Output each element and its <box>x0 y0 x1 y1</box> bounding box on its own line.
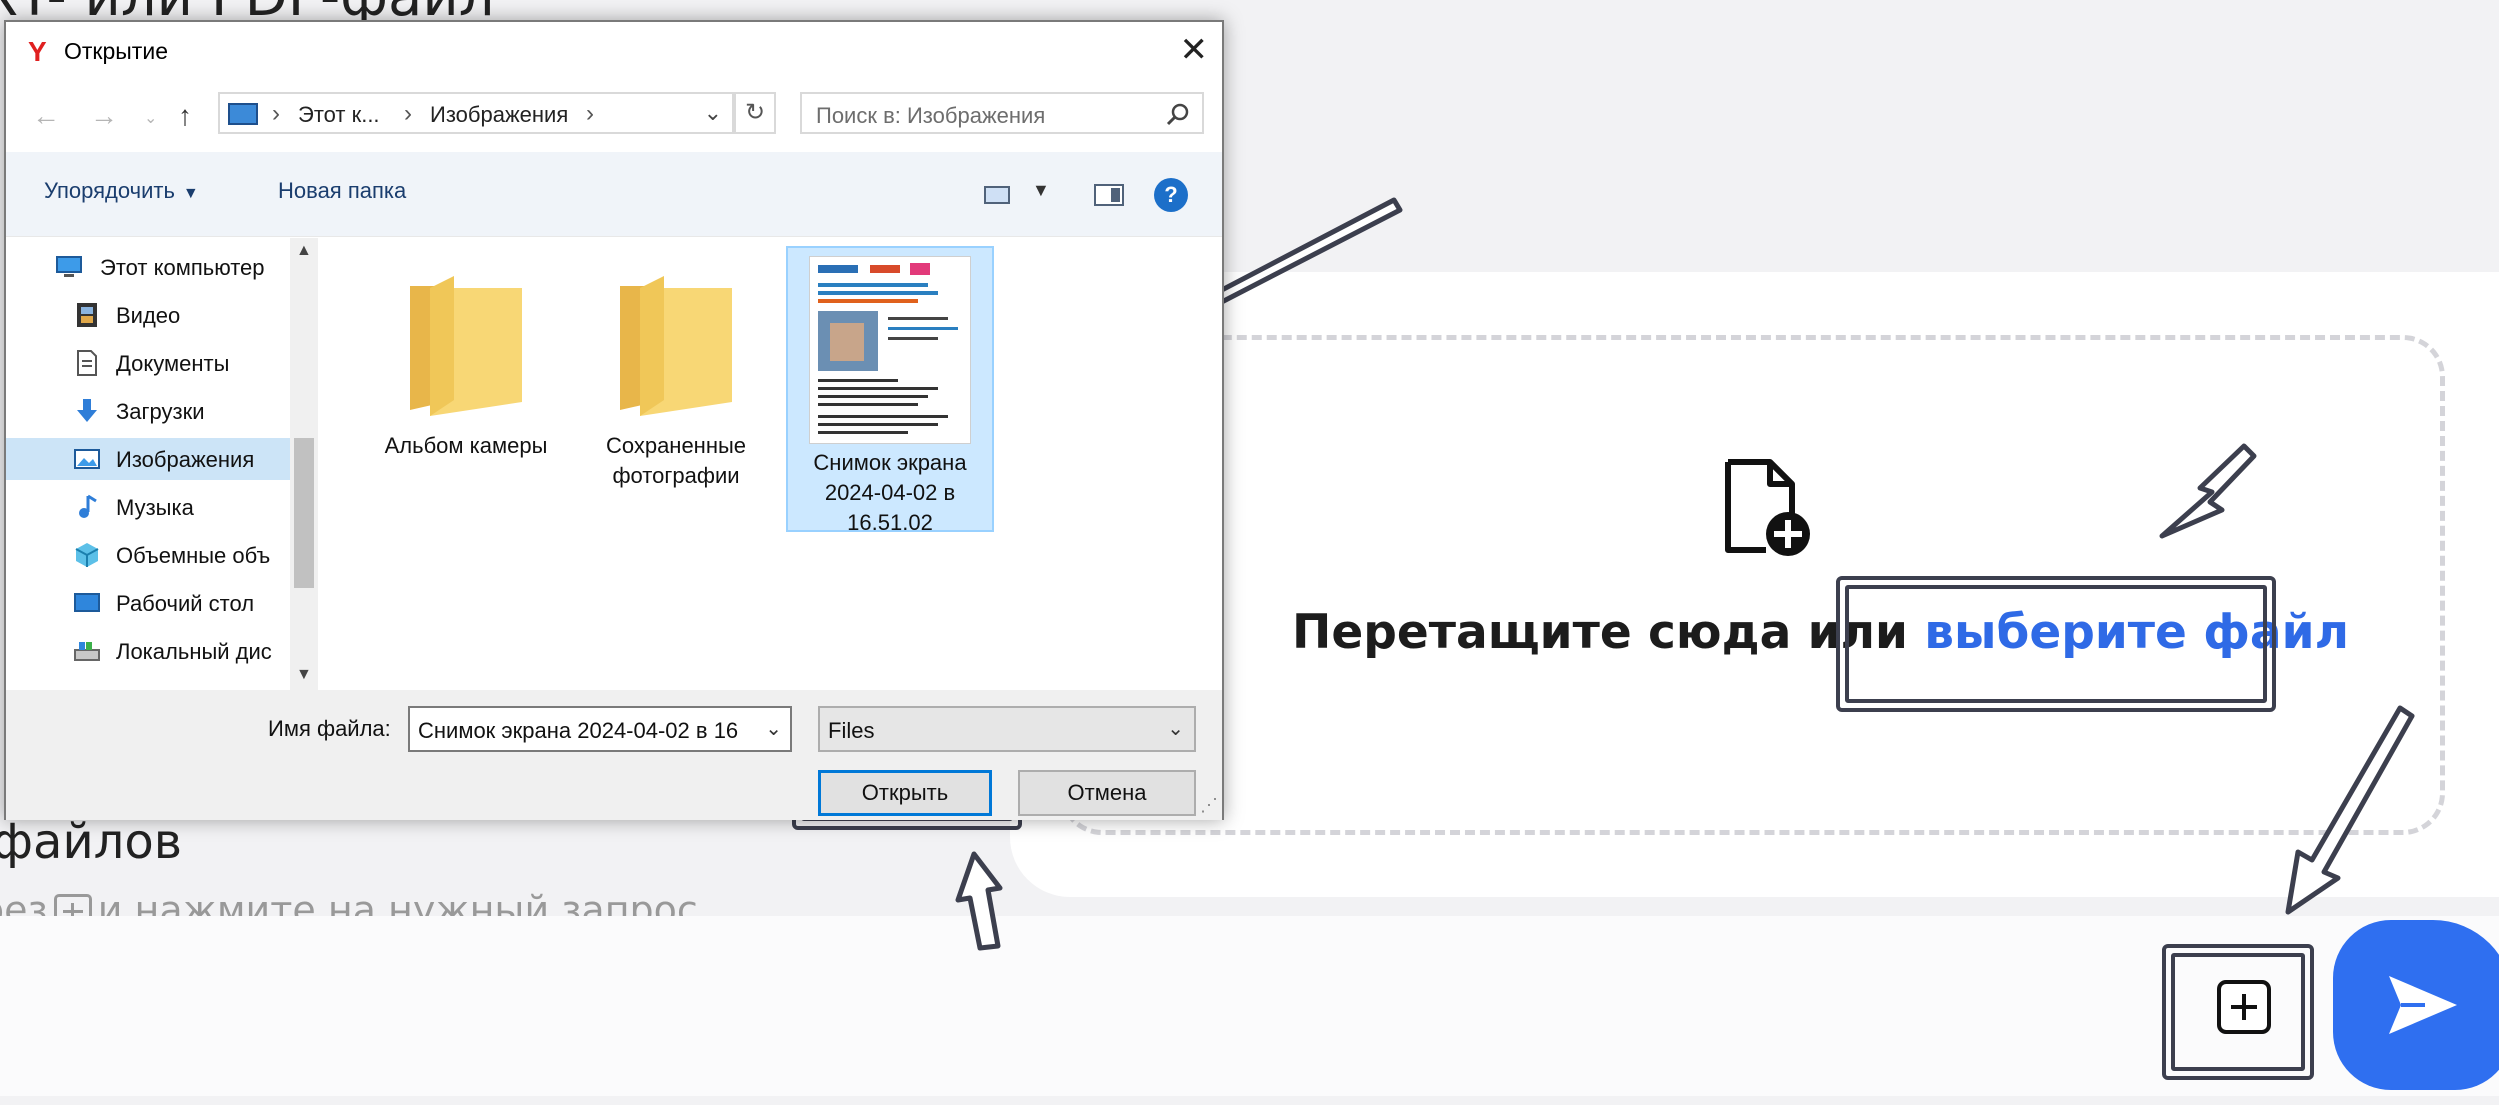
file-name: Альбом камеры <box>362 431 570 461</box>
nav-item-local-disk[interactable]: Локальный дис <box>6 630 296 672</box>
file-name-line: Сохраненные <box>605 433 747 458</box>
forward-icon[interactable]: → <box>90 100 118 132</box>
browser-logo-icon: Y <box>28 36 47 67</box>
nav-scrollbar[interactable]: ▲ ▼ <box>290 238 318 690</box>
address-segment-pictures[interactable]: Изображения <box>430 102 568 128</box>
address-chevron-icon: › <box>272 100 280 127</box>
view-dropdown-icon[interactable]: ▼ <box>1032 180 1050 201</box>
nav-item-desktop[interactable]: Рабочий стол <box>6 582 296 624</box>
nav-item-3d-objects[interactable]: Объемные объ <box>6 534 296 576</box>
back-icon[interactable]: ← <box>32 100 60 132</box>
dialog-footer: Имя файла: Снимок экрана 2024-04-02 в 16… <box>6 690 1222 820</box>
annotation-box-attach <box>2162 944 2314 1080</box>
folder-icon <box>620 276 732 416</box>
nav-item-music[interactable]: Музыка <box>6 486 296 528</box>
file-item-screenshot[interactable]: Снимок экрана 2024-04-02 в 16.51.02 <box>786 246 994 535</box>
computer-icon <box>56 256 82 277</box>
search-input[interactable]: Поиск в: Изображения <box>800 92 1204 134</box>
nav-label: Музыка <box>116 495 194 520</box>
open-button[interactable]: Открыть <box>818 770 992 816</box>
section-heading: файлов <box>0 814 182 870</box>
address-segment-pc[interactable]: Этот к... <box>298 102 380 128</box>
preview-pane-icon[interactable] <box>1094 184 1124 206</box>
nav-label: Документы <box>116 351 230 376</box>
address-chevron-icon: › <box>586 100 594 127</box>
scroll-down-icon[interactable]: ▼ <box>296 666 312 684</box>
nav-item-documents[interactable]: Документы <box>6 342 296 384</box>
pictures-icon <box>74 449 100 469</box>
nav-item-video[interactable]: Видео <box>6 294 296 336</box>
file-name: Сохраненные фотографии <box>572 431 780 491</box>
file-name-label: Имя файла: <box>268 716 391 741</box>
navigation-pane: Этот компьютер Видео Документы Загрузки … <box>6 238 318 690</box>
file-type-value: Files <box>828 718 875 743</box>
organize-label: Упорядочить <box>44 178 175 203</box>
file-add-icon <box>1725 459 1810 556</box>
chevron-down-icon[interactable]: ⌄ <box>765 716 782 741</box>
nav-item-downloads[interactable]: Загрузки <box>6 390 296 432</box>
view-mode-icon[interactable] <box>984 186 1010 204</box>
refresh-icon[interactable]: ↻ <box>734 92 776 134</box>
address-chevron-icon: › <box>404 100 412 127</box>
drop-prompt-text: Перетащите сюда или <box>1292 605 1925 660</box>
thumbnail-preview-icon <box>810 257 970 443</box>
video-icon <box>77 303 97 327</box>
nav-label: Изображения <box>116 447 255 472</box>
nav-label: Этот компьютер <box>100 255 265 280</box>
organize-menu[interactable]: Упорядочить ▼ <box>44 178 199 204</box>
file-item-saved-photos[interactable]: Сохраненные фотографии <box>572 250 780 491</box>
recent-chevron-icon[interactable]: ⌄ <box>144 108 157 128</box>
chevron-down-icon[interactable]: ⌄ <box>1167 716 1184 741</box>
file-name-line: 2024-04-02 в <box>824 480 956 505</box>
file-name-input[interactable]: Снимок экрана 2024-04-02 в 16 ⌄ <box>408 706 792 752</box>
nav-label: Объемные объ <box>116 543 271 568</box>
up-icon[interactable]: ↑ <box>178 100 192 132</box>
address-row: ← → ⌄ ↑ › Этот к... › Изображения › ⌄ ↻ … <box>6 90 1222 140</box>
resize-grip-icon[interactable]: ⋰ <box>1200 795 1218 816</box>
3d-objects-icon <box>75 543 99 567</box>
open-file-dialog: Y Открытие ✕ ← → ⌄ ↑ › Этот к... › Изобр… <box>4 20 1224 820</box>
send-button[interactable] <box>2333 920 2499 1090</box>
image-thumbnail <box>809 256 971 444</box>
downloads-icon <box>77 399 97 422</box>
pictures-location-icon <box>228 103 258 125</box>
file-list: Альбом камеры Сохраненные фотографии Сни… <box>322 238 1222 690</box>
disk-icon <box>74 642 100 661</box>
file-name-line: Альбом камеры <box>384 433 548 458</box>
command-bar: Упорядочить ▼ Новая папка ▼ ? <box>6 152 1222 237</box>
nav-label: Видео <box>116 303 181 328</box>
search-icon <box>1166 103 1189 126</box>
file-name-line: фотографии <box>612 463 740 488</box>
input-bar <box>0 916 2499 1096</box>
file-name-line: Снимок экрана <box>813 450 967 475</box>
music-icon <box>79 494 97 518</box>
desktop-icon <box>74 593 100 612</box>
dialog-title: Открытие <box>64 38 168 64</box>
file-type-select[interactable]: Files ⌄ <box>818 706 1196 752</box>
nav-label: Загрузки <box>116 399 205 424</box>
dropdown-arrow-icon: ▼ <box>182 185 199 202</box>
file-name-line: 16.51.02 <box>847 510 933 535</box>
scroll-up-icon[interactable]: ▲ <box>296 242 312 260</box>
file-name-value: Снимок экрана 2024-04-02 в 16 <box>418 718 739 743</box>
annotation-box-choose-file <box>1836 576 2276 712</box>
help-icon[interactable]: ? <box>1154 178 1188 212</box>
cancel-button[interactable]: Отмена <box>1018 770 1196 816</box>
search-placeholder: Поиск в: Изображения <box>816 103 1046 128</box>
address-dropdown-icon[interactable]: ⌄ <box>704 100 722 126</box>
file-name: Снимок экрана 2024-04-02 в 16.51.02 <box>788 448 992 538</box>
nav-item-this-pc[interactable]: Этот компьютер <box>6 246 296 288</box>
new-folder-button[interactable]: Новая папка <box>278 178 406 204</box>
documents-icon <box>77 350 97 376</box>
address-bar[interactable]: › Этот к... › Изображения › ⌄ <box>218 92 734 134</box>
nav-label: Локальный дис <box>116 639 272 664</box>
close-icon[interactable]: ✕ <box>1180 30 1209 70</box>
nav-label: Рабочий стол <box>116 591 255 616</box>
dialog-titlebar: Y Открытие ✕ <box>6 22 1222 80</box>
send-icon <box>2389 976 2457 1034</box>
nav-item-pictures[interactable]: Изображения <box>6 438 296 480</box>
folder-icon <box>410 276 522 416</box>
scrollbar-thumb[interactable] <box>294 438 314 588</box>
file-item-camera-roll[interactable]: Альбом камеры <box>362 250 570 461</box>
